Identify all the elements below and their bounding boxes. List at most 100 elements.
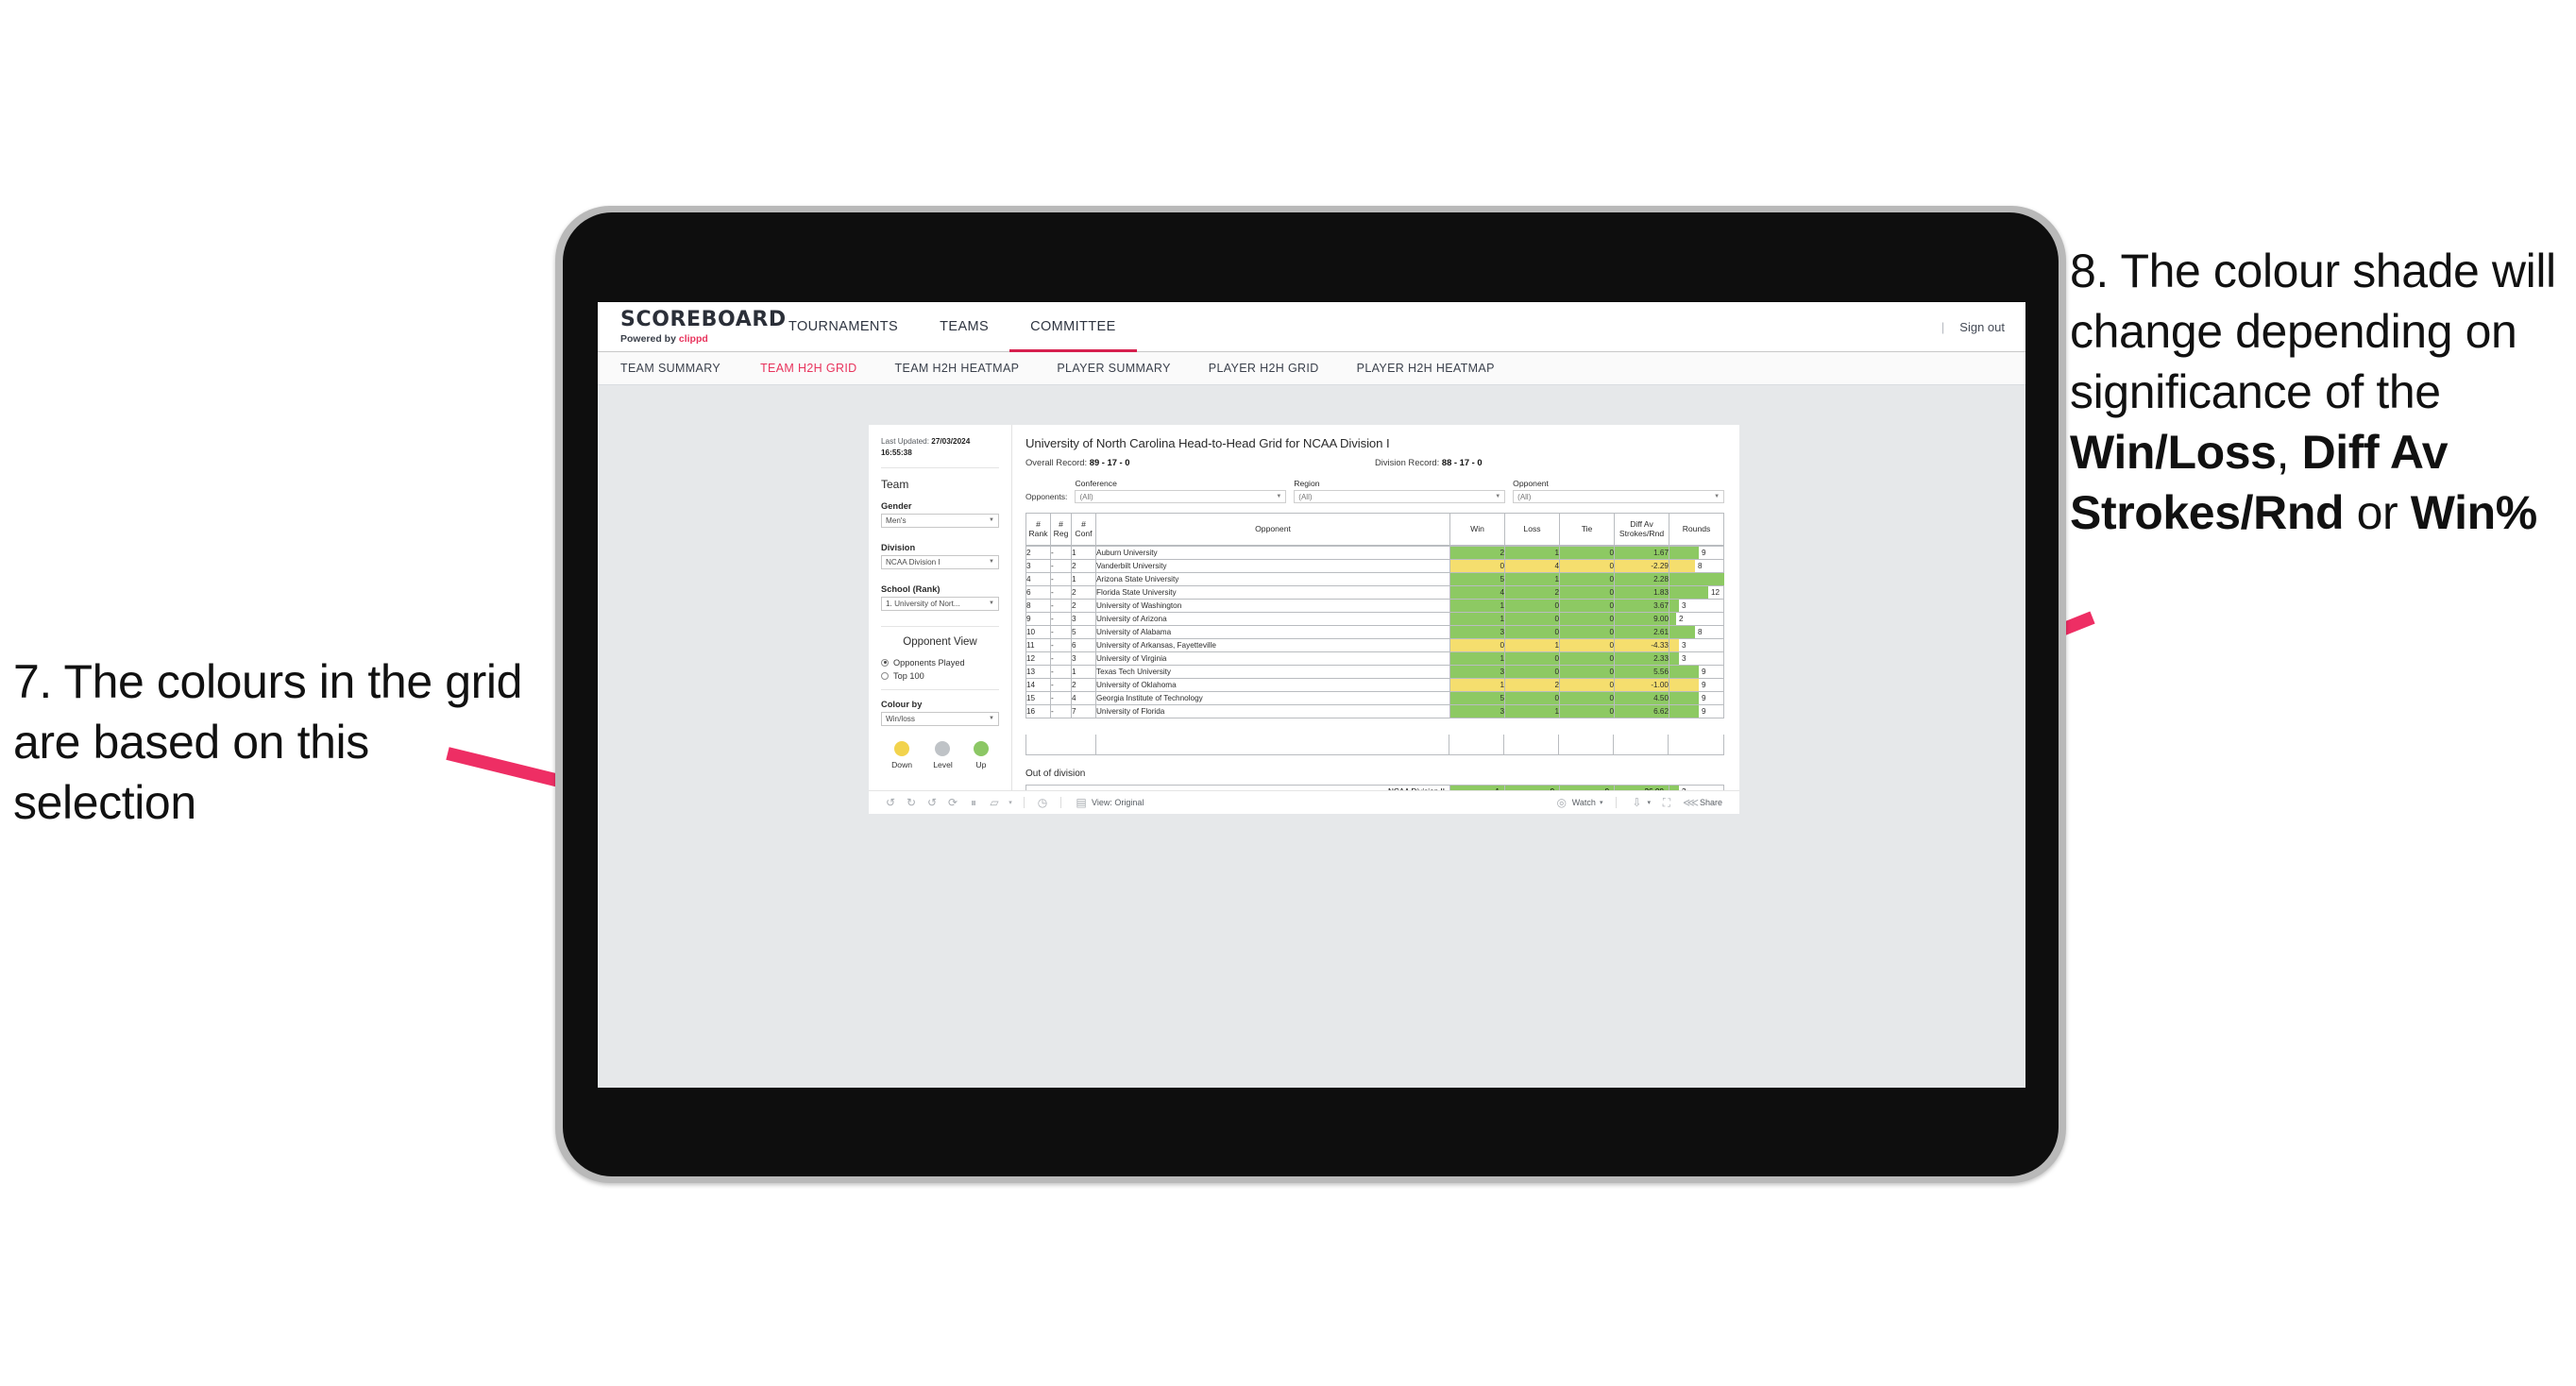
cell-rounds-value: 9 xyxy=(1702,668,1706,676)
refresh-icon[interactable]: ⟳ xyxy=(942,796,963,809)
watch-button[interactable]: ◎ Watch ▾ xyxy=(1550,796,1609,809)
col-conf[interactable]: # Conf xyxy=(1071,513,1096,546)
col-rank[interactable]: # Rank xyxy=(1025,513,1051,546)
nav-item-teams[interactable]: TEAMS xyxy=(919,302,1009,352)
cell-opponent: Auburn University xyxy=(1095,546,1450,560)
division-record-label: Division Record: xyxy=(1375,457,1442,467)
division-value: NCAA Division I xyxy=(886,557,941,566)
redo-icon[interactable]: ↻ xyxy=(901,796,922,809)
table-row[interactable]: 4-1Arizona State University5102.2817 xyxy=(1025,572,1724,586)
cell-opponent: University of Alabama xyxy=(1095,625,1450,639)
table-row[interactable]: 2-1 Auburn University 2 1 0 1.67 9 xyxy=(1025,546,1724,560)
nav-item-committee[interactable]: COMMITTEE xyxy=(1009,302,1137,352)
clock-icon[interactable]: ◷ xyxy=(1032,796,1053,809)
cell-win: 1 xyxy=(1449,651,1505,666)
last-updated: Last Updated: 27/03/2024 16:55:38 xyxy=(881,436,999,459)
radio-icon xyxy=(881,671,889,680)
col-reg-l2: Reg xyxy=(1053,528,1069,538)
table-row[interactable]: 10-5 University of Alabama 3 0 0 2.61 8 xyxy=(1025,625,1724,639)
brand-logo[interactable]: SCOREBOARD Powered by clippd xyxy=(598,307,787,345)
cell-diff: 2.28 xyxy=(1614,572,1669,586)
cell-opponent: University of Arkansas, Fayetteville xyxy=(1095,638,1450,652)
tab-team-h2h-grid[interactable]: TEAM H2H GRID xyxy=(741,362,875,375)
cell-diff: 1.67 xyxy=(1614,546,1669,560)
last-updated-label: Last Updated: xyxy=(881,437,932,446)
alert-icon[interactable]: ▱ xyxy=(984,796,1005,809)
cell-reg: - xyxy=(1050,704,1072,718)
share-button[interactable]: ⋘ Share xyxy=(1677,796,1728,809)
cell-tie: 0 xyxy=(1559,585,1615,600)
cell-reg: - xyxy=(1050,625,1072,639)
table-row[interactable]: 14-2 University of Oklahoma 1 2 0 -1.00 9 xyxy=(1025,678,1724,692)
h2h-grid-scroll-area[interactable]: 2-1 Auburn University 2 1 0 1.67 9 3-2 Vanderbil… xyxy=(1025,546,1724,735)
cell-loss: 1 xyxy=(1504,572,1560,586)
undo-icon[interactable]: ↺ xyxy=(880,796,901,809)
table-row[interactable]: 13-1 Texas Tech University 3 0 0 5.56 9 xyxy=(1025,665,1724,679)
table-row[interactable]: 16-7 University of Florida 3 1 0 6.62 9 xyxy=(1025,704,1724,718)
filter-opponent-select[interactable]: (All) ▼ xyxy=(1513,490,1725,503)
col-conf-l2: Conf xyxy=(1075,528,1093,538)
cell-rank: 10 xyxy=(1025,625,1051,639)
dashboard-workspace: Last Updated: 27/03/2024 16:55:38 Team G… xyxy=(598,385,2025,1088)
legend-item-up: Up xyxy=(973,740,989,769)
col-diff[interactable]: Diff Av Strokes/Rnd xyxy=(1614,513,1669,546)
school-select[interactable]: 1. University of Nort... ▼ xyxy=(881,596,999,611)
filter-conference: Conference (All) ▼ xyxy=(1075,479,1287,503)
pause-icon[interactable]: ⏸ xyxy=(963,796,984,810)
cell-rounds-value: 9 xyxy=(1702,694,1706,702)
view-original-button[interactable]: ▤ View: Original xyxy=(1069,796,1149,809)
tab-team-h2h-heatmap[interactable]: TEAM H2H HEATMAP xyxy=(876,362,1039,375)
filter-conference-select[interactable]: (All) ▼ xyxy=(1075,490,1287,503)
tab-player-h2h-heatmap[interactable]: PLAYER H2H HEATMAP xyxy=(1338,362,1514,375)
col-reg[interactable]: # Reg xyxy=(1050,513,1072,546)
division-select[interactable]: NCAA Division I ▼ xyxy=(881,554,999,569)
col-opponent[interactable]: Opponent xyxy=(1095,513,1450,546)
tab-player-summary[interactable]: PLAYER SUMMARY xyxy=(1038,362,1189,375)
radio-opponents-played[interactable]: Opponents Played xyxy=(881,658,999,668)
filter-region-select[interactable]: (All) ▼ xyxy=(1294,490,1506,503)
cell-diff: 9.00 xyxy=(1614,612,1669,626)
cell-tie: 0 xyxy=(1559,678,1615,692)
cell-opponent: Texas Tech University xyxy=(1095,665,1450,679)
toolbar-divider-1 xyxy=(1024,797,1025,808)
annotation-8-sep1: , xyxy=(2276,426,2302,479)
radio-top-100[interactable]: Top 100 xyxy=(881,671,999,681)
col-rounds[interactable]: Rounds xyxy=(1669,513,1724,546)
tab-player-h2h-grid[interactable]: PLAYER H2H GRID xyxy=(1190,362,1338,375)
chevron-down-icon: ▼ xyxy=(989,559,994,566)
col-tie[interactable]: Tie xyxy=(1559,513,1615,546)
cell-rank: 16 xyxy=(1025,704,1051,718)
table-row[interactable]: 15-4 Georgia Institute of Technology 5 0 0 4.… xyxy=(1025,691,1724,705)
download-button[interactable]: ⇩ ▾ xyxy=(1624,796,1656,809)
opponents-filter-label: Opponents: xyxy=(1025,492,1068,501)
table-row[interactable]: 6-2 Florida State University 4 2 0 1.83 12 xyxy=(1025,585,1724,600)
gender-select[interactable]: Men's ▼ xyxy=(881,513,999,528)
col-loss[interactable]: Loss xyxy=(1504,513,1560,546)
annotation-7: 7. The colours in the grid are based on … xyxy=(13,655,522,829)
sign-out-divider: | xyxy=(1940,320,1945,334)
table-row[interactable]: 8-2 University of Washington 1 0 0 3.67 3 xyxy=(1025,599,1724,613)
table-row[interactable]: 3-2 Vanderbilt University 0 4 0 -2.29 8 xyxy=(1025,559,1724,573)
cell-tie: 0 xyxy=(1559,691,1615,705)
table-row[interactable]: 12-3 University of Virginia 1 0 0 2.33 3 xyxy=(1025,651,1724,666)
toolbar-divider-2 xyxy=(1060,797,1061,808)
colour-by-select[interactable]: Win/loss ▼ xyxy=(881,711,999,726)
cell-conf: 1 xyxy=(1071,665,1096,679)
nav-item-tournaments[interactable]: TOURNAMENTS xyxy=(768,302,919,352)
h2h-grid-header-table: # Rank # Reg # Conf Opponent Win Loss Tie D… xyxy=(1025,513,1724,546)
col-win[interactable]: Win xyxy=(1449,513,1505,546)
fullscreen-icon[interactable]: ⛶ xyxy=(1656,796,1677,810)
brand-wordmark: SCOREBOARD xyxy=(620,307,787,331)
gender-value: Men's xyxy=(886,516,907,525)
cell-conf: 3 xyxy=(1071,651,1096,666)
revert-icon[interactable]: ↺ xyxy=(922,796,942,809)
cell-diff: 1.83 xyxy=(1614,585,1669,600)
filter-conference-label: Conference xyxy=(1075,479,1117,488)
tab-team-summary[interactable]: TEAM SUMMARY xyxy=(620,362,741,375)
dropdown-caret-icon[interactable]: ▾ xyxy=(1005,799,1016,806)
brand-tagline: Powered by clippd xyxy=(620,333,768,345)
table-row[interactable]: 9-3 University of Arizona 1 0 0 9.00 2 xyxy=(1025,612,1724,626)
sign-out-link[interactable]: Sign out xyxy=(1959,320,2005,334)
chevron-down-icon: ▾ xyxy=(1647,800,1651,806)
table-row[interactable]: 11-6 University of Arkansas, Fayetteville… xyxy=(1025,638,1724,652)
